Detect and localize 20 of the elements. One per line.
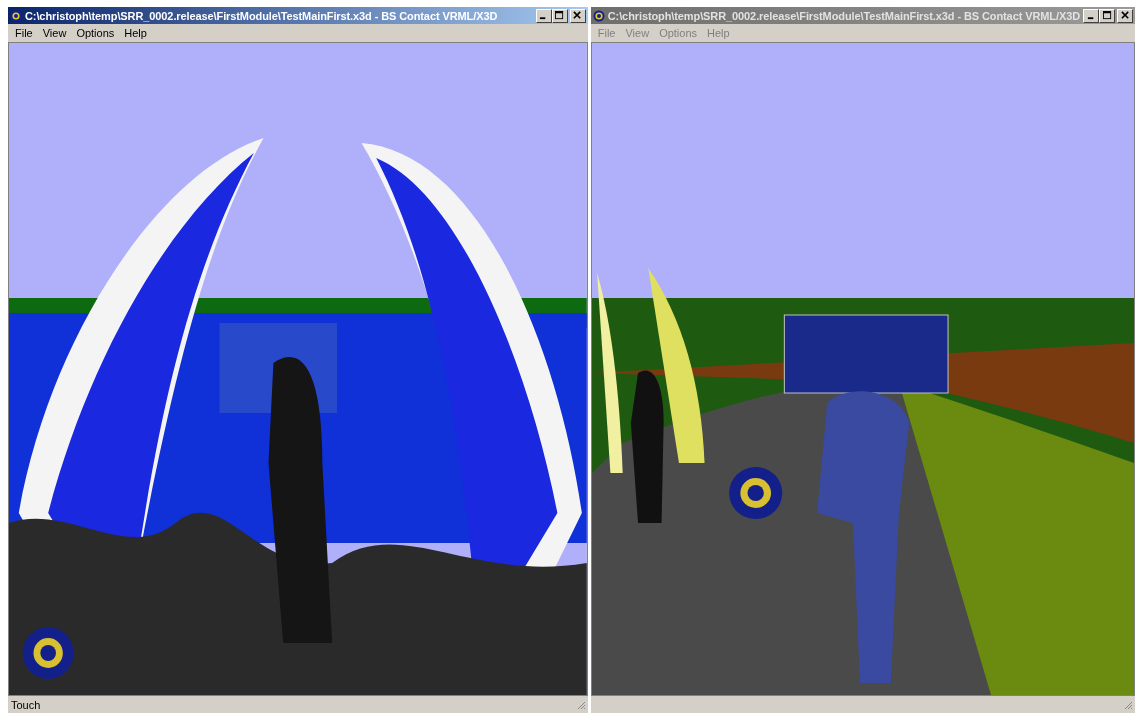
minimize-button[interactable] [1083, 8, 1099, 23]
menu-item[interactable]: Help [119, 27, 152, 39]
minimize-button[interactable] [535, 8, 552, 23]
menu-item[interactable]: View [37, 27, 72, 39]
ring-icon [10, 9, 22, 22]
maximize-icon [1102, 11, 1112, 20]
close-button[interactable] [1117, 8, 1133, 23]
close-icon [573, 11, 583, 20]
close-button[interactable] [569, 8, 586, 23]
menu-item[interactable]: File [10, 27, 38, 39]
resize-grip-icon [575, 699, 586, 710]
close-icon [1120, 11, 1130, 20]
menu-item[interactable]: Options [71, 27, 120, 39]
resize-grip-icon [1123, 699, 1133, 710]
status-text: Touch [11, 698, 41, 711]
ring-icon [592, 9, 605, 22]
maximize-button[interactable] [1099, 8, 1115, 23]
window-title: C:\christoph\temp\SRR_0002.release\FirstModule\TestMainFirst.x3d - BS Contact VRML/X3D [25, 9, 499, 22]
maximize-icon [555, 11, 565, 20]
window-title: C:\christoph\temp\SRR_0002.release\FirstModule\TestMainFirst.x3d - BS Contact VRML/X3D [607, 9, 1080, 22]
